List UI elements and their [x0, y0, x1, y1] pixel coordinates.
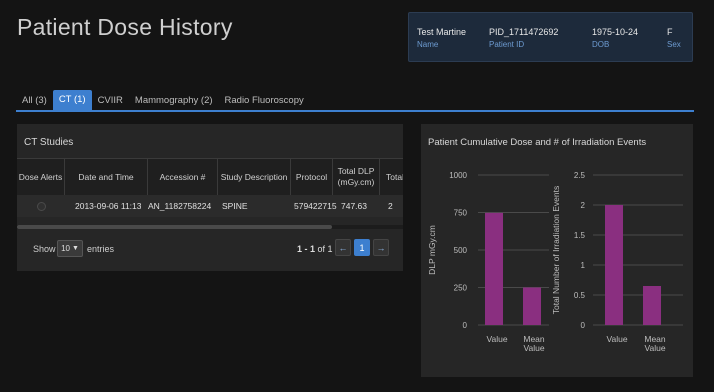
col-study-description[interactable]: Study Description — [218, 159, 291, 195]
arrow-right-icon: → — [376, 242, 386, 253]
table-row[interactable]: 2013-09-06 11:13 AN_1182758224 SPINE 579… — [17, 195, 403, 217]
col-date-time[interactable]: Date and Time — [65, 159, 148, 195]
next-page-button[interactable]: → — [373, 239, 389, 256]
y-tick-label: 1.5 — [574, 231, 586, 240]
page-title: Patient Dose History — [17, 14, 233, 40]
y-tick-label: 750 — [454, 209, 468, 218]
y-tick-label: 2.5 — [574, 171, 586, 180]
entries-label: entries — [87, 244, 115, 254]
tab-mammography[interactable]: Mammography (2) — [129, 92, 219, 110]
dose-charts-svg: 0 250 500 750 1000 DLP mGy.cm Value Mean Value 0 0… — [427, 171, 683, 353]
patient-id-field: PID_1711472692 Patient ID — [489, 27, 558, 49]
tab-radio-fluoroscopy[interactable]: Radio Fluoroscopy — [219, 92, 310, 110]
cell-total-dlp: 747.63 — [341, 201, 367, 211]
col-accession[interactable]: Accession # — [148, 159, 218, 195]
page-length-select[interactable]: 10 ▼ — [57, 240, 83, 257]
chart-bar — [523, 287, 541, 325]
cell-date-time: 2013-09-06 11:13 — [75, 201, 142, 211]
y-axis-label: Total Number of Irradiation Events — [551, 186, 561, 315]
chevron-down-icon: ▼ — [71, 245, 79, 252]
tab-ct[interactable]: CT (1) — [52, 90, 92, 110]
chart-bar — [643, 286, 661, 325]
patient-id-value: PID_1711472692 — [489, 27, 559, 37]
patient-id-label: Patient ID — [489, 40, 525, 49]
tab-underline — [16, 110, 694, 112]
patient-dob-label: DOB — [592, 40, 610, 49]
dose-alert-cell — [17, 195, 65, 217]
y-tick-label: 2 — [581, 201, 586, 210]
page-1-button[interactable]: 1 — [354, 239, 370, 256]
y-tick-label: 0 — [581, 321, 586, 330]
scrollbar-thumb[interactable] — [17, 225, 332, 229]
y-tick-label: 0 — [463, 321, 468, 330]
patient-dob-field: 1975-10-24 DOB — [592, 27, 638, 49]
col-total-dlp[interactable]: Total DLP (mGy.cm) — [333, 159, 380, 195]
patient-sex-value: F — [667, 27, 673, 37]
patient-info-card: Test Martine Name PID_1711472692 Patient… — [408, 12, 693, 62]
cell-protocol: 579422715 — [294, 201, 337, 211]
patient-dob-value: 1975-10-24 — [592, 27, 639, 37]
cell-accession: AN_1182758224 — [148, 201, 212, 211]
y-tick-label: 1000 — [449, 171, 467, 180]
x-tick-label: Value — [486, 334, 507, 344]
prev-page-button[interactable]: ← — [335, 239, 351, 256]
chart-bar — [485, 212, 503, 325]
table-header: Dose Alerts Date and Time Accession # St… — [17, 158, 403, 196]
dose-alert-icon — [36, 201, 46, 211]
y-tick-label: 250 — [454, 284, 468, 293]
x-tick-label: Value — [606, 334, 627, 344]
table-scrollbar[interactable] — [17, 225, 403, 229]
pagination-range: 1 - 1 — [297, 244, 316, 254]
arrow-left-icon: ← — [338, 242, 348, 253]
modality-tabs: All (3) CT (1) CVIIR Mammography (2) Rad… — [16, 90, 310, 110]
patient-sex-label: Sex — [667, 40, 681, 49]
dose-chart-panel: Patient Cumulative Dose and # of Irradia… — [421, 124, 693, 377]
cell-total-number: 2 — [388, 201, 393, 211]
patient-name-field: Test Martine Name — [417, 27, 466, 49]
cell-study-description: SPINE — [222, 201, 248, 211]
col-total-number[interactable]: Total Numl — [380, 159, 403, 195]
patient-sex-field: F Sex — [667, 27, 681, 49]
y-tick-label: 500 — [454, 246, 468, 255]
page-length-value: 10 — [61, 244, 70, 253]
pagination-total: of 1 — [315, 244, 333, 254]
y-tick-label: 1 — [581, 261, 586, 270]
col-dose-alerts[interactable]: Dose Alerts — [17, 159, 65, 195]
y-tick-label: 0.5 — [574, 291, 586, 300]
ct-studies-panel: CT Studies Dose Alerts Date and Time Acc… — [17, 124, 403, 271]
tab-cviir[interactable]: CVIIR — [92, 92, 129, 110]
show-label: Show — [33, 244, 56, 254]
studies-title: CT Studies — [24, 137, 74, 148]
patient-name-label: Name — [417, 40, 439, 49]
patient-name-value: Test Martine — [417, 27, 467, 37]
col-protocol[interactable]: Protocol — [291, 159, 333, 195]
chart-bar — [605, 205, 623, 325]
x-tick-label: Mean Value — [523, 334, 545, 353]
y-axis-label: DLP mGy.cm — [427, 225, 437, 275]
x-tick-label: Mean Value — [644, 334, 666, 353]
tab-all[interactable]: All (3) — [16, 92, 53, 110]
pagination-info: 1 - 1 of 1 — [297, 244, 333, 254]
